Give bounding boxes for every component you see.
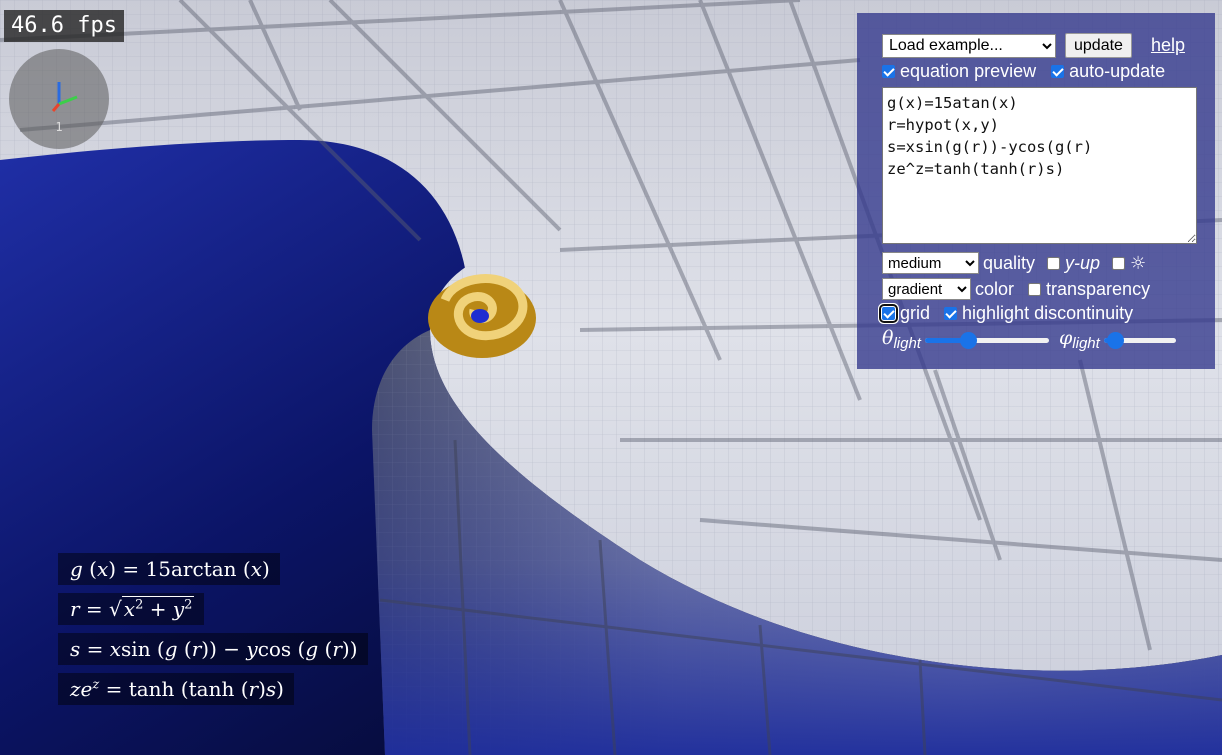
preview-eq-3: s = xsin (g (r)) − ycos (g (r)) [58, 633, 368, 665]
equation-preview-label: equation preview [900, 61, 1037, 81]
y-up-checkbox[interactable] [1047, 256, 1061, 270]
theta-light-slider[interactable] [924, 330, 1049, 350]
color-mode-select[interactable]: gradient [882, 278, 971, 300]
equation-editor[interactable]: g(x)=15atan(x) r=hypot(x,y) s=xsin(g(r))… [882, 87, 1197, 244]
spiral-center [471, 309, 489, 323]
transparency-label: transparency [1046, 278, 1151, 299]
phi-light-label: φlight [1058, 327, 1100, 352]
y-up-label: y-up [1065, 252, 1101, 273]
highlight-discontinuity-checkbox[interactable] [944, 307, 958, 320]
color-label: color [975, 278, 1015, 299]
x-axis [51, 103, 61, 112]
load-example-select[interactable]: Load example... [882, 33, 1056, 58]
theta-light-label: θlight [882, 327, 921, 352]
preview-eq-2: r = √ x2 + y2 [58, 593, 205, 625]
axes-scale-label: 1 [55, 120, 63, 134]
update-button[interactable]: update [1065, 33, 1132, 58]
axes-orientation-widget[interactable]: 1 [9, 49, 109, 149]
y-axis [58, 95, 78, 106]
grid-label: grid [900, 303, 931, 323]
help-link[interactable]: help [1151, 35, 1185, 56]
sun-icon: ☼ [1130, 252, 1147, 274]
preview-eq-1: g (x) = 15arctan (x) [58, 553, 280, 585]
fps-counter: 46.6 fps [4, 10, 124, 42]
highlight-discontinuity-label: highlight discontinuity [962, 303, 1134, 323]
control-panel: Load example... update help equation pre… [857, 13, 1215, 369]
phi-light-slider-thumb[interactable] [1106, 331, 1124, 349]
equation-preview: g (x) = 15arctan (x) r = √ x2 + y2 s = xs… [58, 553, 368, 713]
equation-preview-checkbox[interactable] [882, 65, 895, 78]
auto-update-label: auto-update [1069, 61, 1166, 81]
theta-light-slider-thumb[interactable] [960, 331, 978, 349]
auto-update-checkbox[interactable] [1051, 65, 1065, 78]
grid-checkbox[interactable] [879, 304, 898, 323]
preview-eq-4: zez = tanh (tanh (r)s) [58, 673, 294, 705]
transparency-checkbox[interactable] [1028, 282, 1042, 296]
quality-select[interactable]: medium [882, 252, 979, 274]
phi-light-slider[interactable] [1103, 330, 1176, 350]
axes-gizmo-icon [51, 82, 78, 112]
sun-checkbox[interactable] [1112, 256, 1126, 270]
quality-label: quality [983, 252, 1036, 273]
